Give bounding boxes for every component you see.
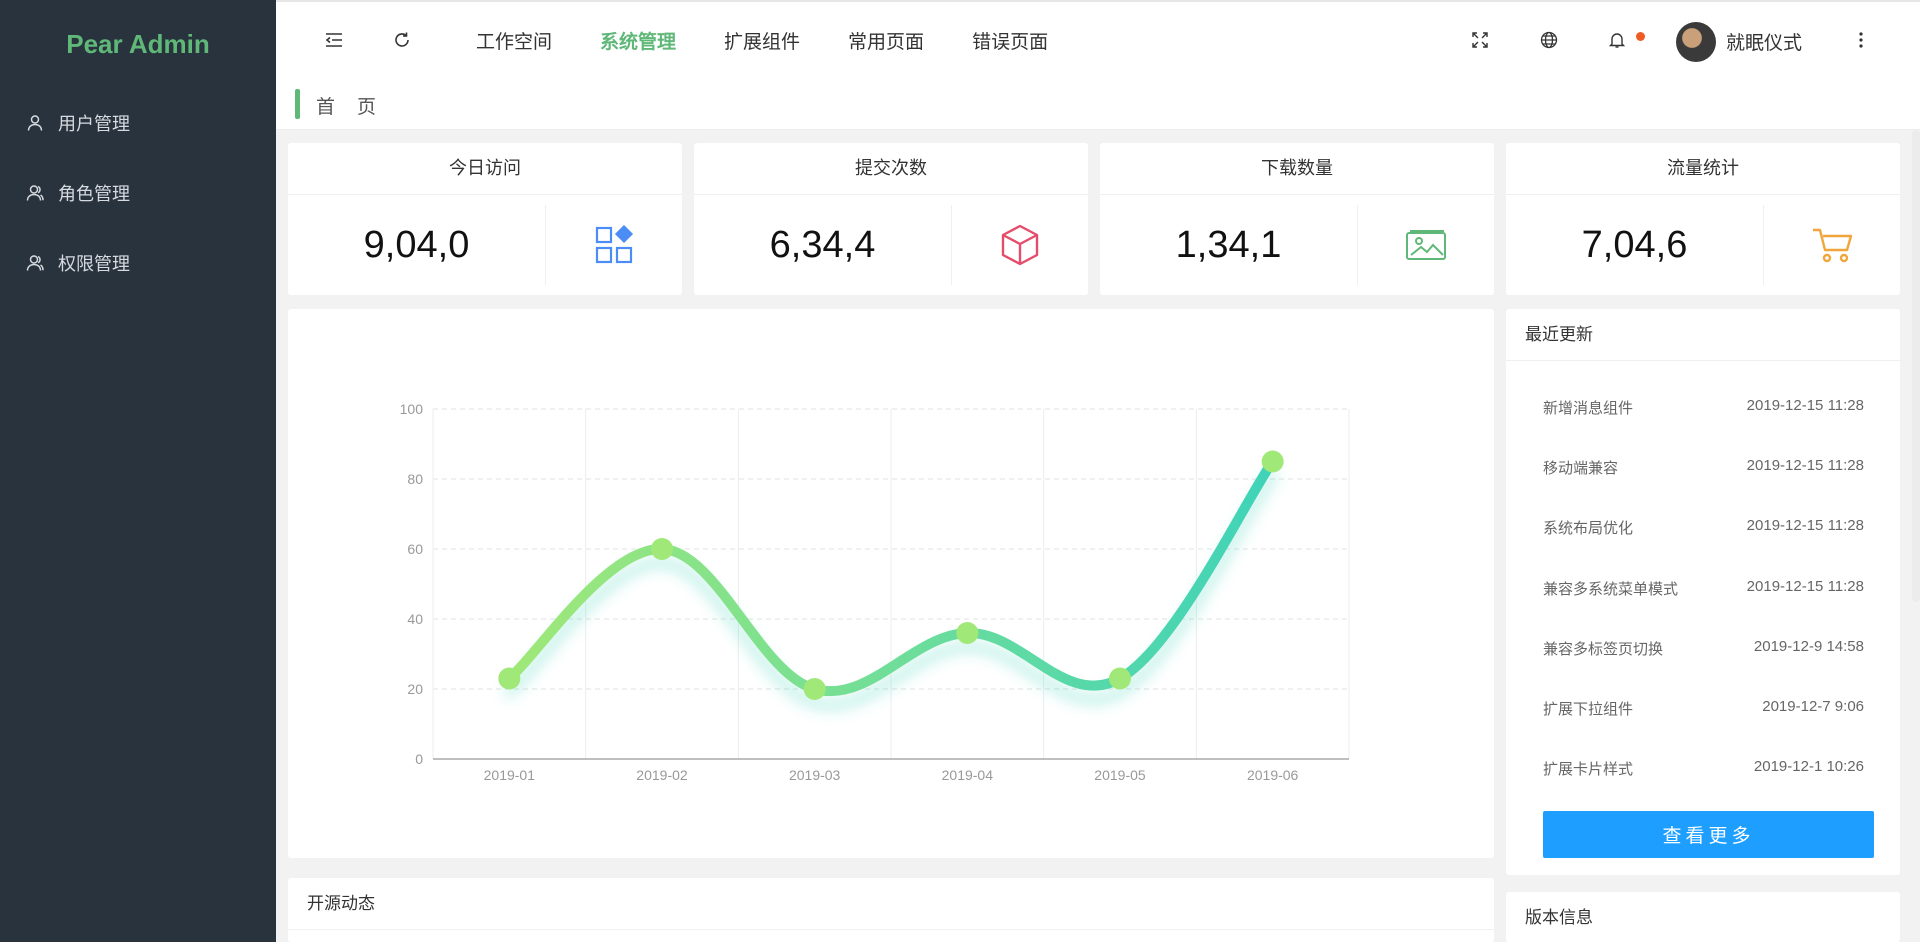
- tab-home[interactable]: 首 页: [316, 92, 384, 119]
- menu-fold-icon[interactable]: [320, 26, 348, 54]
- stat-card-traffic: 流量统计 7,04,6: [1506, 143, 1900, 295]
- stat-value: 7,04,6: [1581, 223, 1688, 266]
- list-item[interactable]: 新增消息组件 2019-12-15 11:28: [1506, 397, 1900, 421]
- tab-bar: 首 页: [276, 78, 1920, 130]
- panel-title: 版本信息: [1525, 908, 1593, 928]
- list-item[interactable]: 移动端兼容 2019-12-15 11:28: [1506, 457, 1900, 481]
- fullscreen-icon[interactable]: [1466, 26, 1494, 54]
- nav-error-pages[interactable]: 错误页面: [972, 27, 1048, 54]
- view-more-button[interactable]: 查看更多: [1543, 811, 1874, 858]
- y-tick-label: 60: [407, 541, 423, 557]
- app-logo[interactable]: Pear Admin: [0, 0, 276, 88]
- cart-icon: [1764, 195, 1900, 295]
- user-icon: [26, 114, 44, 132]
- sidebar-item-label: 角色管理: [58, 184, 130, 205]
- list-item[interactable]: 兼容多系统菜单模式 2019-12-15 11:28: [1506, 578, 1900, 602]
- sidebar-item-users[interactable]: 用户管理: [0, 88, 276, 158]
- open-source-card: 开源动态: [288, 878, 1494, 942]
- panel-title: 最近更新: [1506, 309, 1900, 361]
- nav-common-pages[interactable]: 常用页面: [848, 27, 924, 54]
- list-item[interactable]: 系统布局优化 2019-12-15 11:28: [1506, 517, 1900, 541]
- y-tick-label: 0: [415, 751, 423, 767]
- data-point[interactable]: [956, 622, 979, 644]
- panel-title: 开源动态: [288, 878, 1494, 930]
- avatar[interactable]: [1676, 22, 1716, 62]
- stat-card-visits: 今日访问 9,04,0: [288, 143, 682, 295]
- nav-system[interactable]: 系统管理: [600, 27, 676, 54]
- list-item[interactable]: 兼容多标签页切换 2019-12-9 14:58: [1506, 638, 1900, 662]
- recent-updates-card: 最近更新 新增消息组件 2019-12-15 11:28 移动端兼容 2019-…: [1506, 309, 1900, 875]
- line-chart: 0 20 40 60 80 100 2019-01 2019-02 2019-03 2019-04…: [400, 401, 1350, 783]
- data-point[interactable]: [1109, 667, 1131, 690]
- scrollbar[interactable]: [1912, 130, 1920, 602]
- stat-title: 提交次数: [694, 143, 1088, 195]
- data-point[interactable]: [803, 678, 826, 700]
- sidebar: Pear Admin 用户管理 角色管理 权限管理: [0, 0, 276, 942]
- users-icon: [26, 254, 44, 272]
- stat-title: 今日访问: [288, 143, 682, 195]
- stat-card-downloads: 下载数量 1,34,1: [1100, 143, 1494, 295]
- apps-icon: [546, 195, 682, 295]
- y-tick-label: 100: [400, 401, 424, 417]
- stat-title: 下载数量: [1100, 143, 1494, 195]
- sidebar-item-permissions[interactable]: 权限管理: [0, 228, 276, 298]
- x-tick-label: 2019-04: [942, 767, 994, 783]
- nav-extensions[interactable]: 扩展组件: [724, 27, 800, 54]
- list-item[interactable]: 扩展卡片样式 2019-12-1 10:26: [1506, 758, 1900, 782]
- username[interactable]: 就眠仪式: [1726, 28, 1802, 55]
- x-tick-label: 2019-02: [636, 767, 688, 783]
- stat-title: 流量统计: [1506, 143, 1900, 195]
- y-tick-label: 80: [407, 471, 423, 487]
- more-icon[interactable]: [1847, 26, 1875, 54]
- x-tick-label: 2019-03: [789, 767, 841, 783]
- x-tick-label: 2019-05: [1094, 767, 1146, 783]
- top-header: 工作空间 系统管理 扩展组件 常用页面 错误页面 就眠仪式: [276, 0, 1920, 78]
- stat-value: 1,34,1: [1175, 223, 1282, 266]
- data-point[interactable]: [498, 667, 521, 690]
- tab-active-marker: [295, 89, 300, 119]
- refresh-icon[interactable]: [388, 26, 416, 54]
- sidebar-item-label: 用户管理: [58, 114, 130, 135]
- cube-icon: [952, 195, 1088, 295]
- chart-card: 0 20 40 60 80 100 2019-01 2019-02 2019-03 2019-04…: [288, 309, 1494, 858]
- x-tick-label: 2019-06: [1247, 767, 1299, 783]
- stat-value: 9,04,0: [363, 223, 470, 266]
- stat-card-submissions: 提交次数 6,34,4: [694, 143, 1088, 295]
- sidebar-item-label: 权限管理: [58, 254, 130, 275]
- data-point[interactable]: [651, 538, 673, 560]
- stat-value: 6,34,4: [769, 223, 876, 266]
- sidebar-item-roles[interactable]: 角色管理: [0, 158, 276, 228]
- users-icon: [26, 184, 44, 202]
- top-nav: 工作空间 系统管理 扩展组件 常用页面 错误页面: [476, 2, 1096, 78]
- globe-icon[interactable]: [1535, 26, 1563, 54]
- x-tick-label: 2019-01: [484, 767, 536, 783]
- image-icon: [1358, 195, 1494, 295]
- nav-workspace[interactable]: 工作空间: [476, 27, 552, 54]
- y-tick-label: 40: [407, 611, 423, 627]
- version-card: 版本信息: [1506, 892, 1900, 942]
- notification-dot: [1636, 32, 1645, 41]
- y-tick-label: 20: [407, 681, 423, 697]
- bell-icon[interactable]: [1603, 26, 1631, 54]
- data-point[interactable]: [1261, 450, 1284, 473]
- list-item[interactable]: 扩展下拉组件 2019-12-7 9:06: [1506, 698, 1900, 722]
